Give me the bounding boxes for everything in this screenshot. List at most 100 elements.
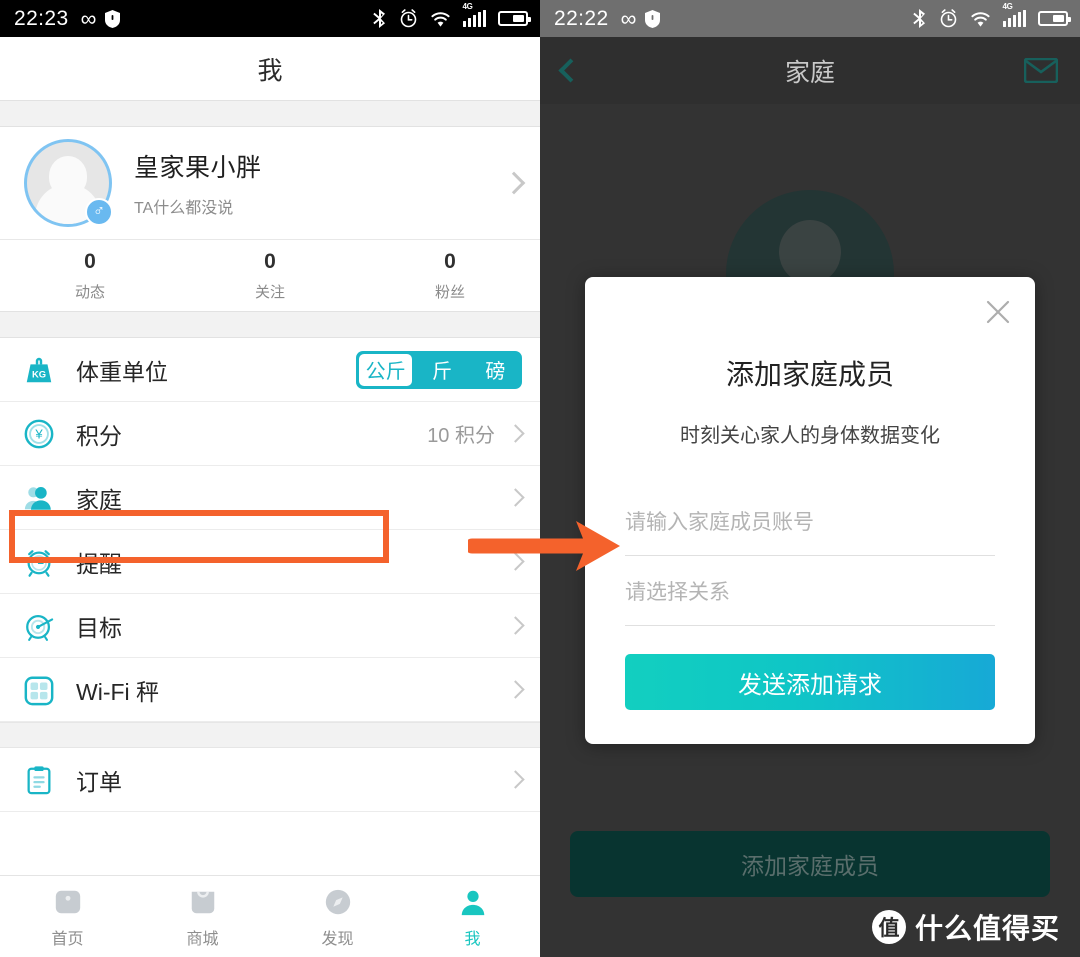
chevron-right-icon xyxy=(506,680,525,699)
infinity-icon: ∞ xyxy=(620,5,637,31)
chevron-right-icon xyxy=(506,424,525,443)
watermark-text: 什么值得买 xyxy=(914,913,1060,944)
tab-label: 首页 xyxy=(51,930,84,948)
segment-jin[interactable]: 斤 xyxy=(415,351,468,389)
stat-label: 粉丝 xyxy=(434,283,465,301)
stat-value: 0 xyxy=(264,249,276,273)
add-family-member-button[interactable]: 添加家庭成员 xyxy=(570,831,1050,897)
row-weight-unit[interactable]: KG 体重单位 公斤 斤 磅 xyxy=(0,338,540,402)
page-title: 我 xyxy=(257,56,283,85)
page-header-left: 我 xyxy=(0,37,540,100)
relation-select[interactable]: 请选择关系 xyxy=(625,556,995,626)
stat-value: 0 xyxy=(444,249,456,273)
section-divider-mid xyxy=(0,311,540,338)
status-time: 22:22 xyxy=(554,6,609,30)
avatar[interactable]: ♂ xyxy=(24,139,113,227)
stat-label: 动态 xyxy=(74,283,105,301)
status-time: 22:23 xyxy=(14,6,69,30)
profile-card[interactable]: ♂ 皇家果小胖 TA什么都没说 xyxy=(0,127,540,239)
weight-kg-icon: KG xyxy=(22,353,56,387)
account-input[interactable]: 请输入家庭成员账号 xyxy=(625,486,995,556)
send-request-button[interactable]: 发送添加请求 xyxy=(625,654,995,710)
tab-label: 商城 xyxy=(186,930,219,948)
weight-unit-segmented-control[interactable]: 公斤 斤 磅 xyxy=(356,350,522,389)
compass-icon xyxy=(323,885,353,919)
row-label: 订单 xyxy=(76,768,122,795)
stat-value: 0 xyxy=(84,249,96,273)
stat-label: 关注 xyxy=(254,283,285,301)
row-label: 目标 xyxy=(76,614,122,641)
chevron-right-icon xyxy=(506,552,525,571)
signal-4g-icon: 4G xyxy=(1002,3,1026,27)
close-icon[interactable] xyxy=(983,297,1013,327)
target-icon xyxy=(22,609,56,643)
watermark: 值 什么值得买 xyxy=(871,907,1060,947)
clipboard-icon xyxy=(22,763,56,797)
gender-badge-male: ♂ xyxy=(85,198,113,226)
shop-bag-icon xyxy=(188,885,218,919)
status-bar-left: 22:23 ∞ 4G xyxy=(0,0,540,37)
section-divider-bottom xyxy=(0,722,540,748)
chevron-right-icon xyxy=(506,616,525,635)
tab-home[interactable]: 首页 xyxy=(0,876,135,957)
dual-screenshot-composite: 22:23 ∞ 4G 我 ♂ 皇家果小胖 TA什么都没说 0 动态 0 关注 0… xyxy=(0,0,1080,957)
dialog-subtitle: 时刻关心家人的身体数据变化 xyxy=(680,425,940,447)
stat-following[interactable]: 0 关注 xyxy=(180,240,360,311)
signal-4g-icon: 4G xyxy=(462,3,486,27)
profile-name: 皇家果小胖 xyxy=(134,154,262,182)
tab-profile[interactable]: 我 xyxy=(405,876,540,957)
row-label: 积分 xyxy=(76,422,122,449)
bluetooth-icon xyxy=(912,9,927,28)
profile-icon xyxy=(458,885,488,919)
alarm-icon xyxy=(399,9,418,28)
profile-stats: 0 动态 0 关注 0 粉丝 xyxy=(0,239,540,311)
bluetooth-icon xyxy=(372,9,387,28)
battery-icon xyxy=(1038,11,1071,26)
chevron-right-icon xyxy=(506,488,525,507)
chevron-right-icon xyxy=(502,171,526,195)
watermark-logo: 值 xyxy=(871,910,906,944)
stat-followers[interactable]: 0 粉丝 xyxy=(360,240,540,311)
row-label: 提醒 xyxy=(76,550,122,577)
page-header-right: 家庭 xyxy=(540,37,1080,104)
profile-signature: TA什么都没说 xyxy=(134,200,234,217)
wifi-icon xyxy=(430,11,451,27)
stat-moments[interactable]: 0 动态 xyxy=(0,240,180,311)
add-family-member-dialog: 添加家庭成员 时刻关心家人的身体数据变化 请输入家庭成员账号 请选择关系 发送添… xyxy=(585,277,1035,744)
row-label: Wi-Fi 秤 xyxy=(76,678,160,705)
person-icon xyxy=(22,481,56,515)
battery-icon xyxy=(498,11,531,26)
section-divider-top xyxy=(0,100,540,127)
tab-label: 我 xyxy=(464,930,481,948)
points-value: 10 积分 xyxy=(427,425,495,447)
mail-icon[interactable] xyxy=(1023,57,1059,84)
row-family[interactable]: 家庭 xyxy=(0,466,540,530)
tab-discover[interactable]: 发现 xyxy=(270,876,405,957)
bottom-tab-bar: 首页 商城 发现 我 xyxy=(0,875,540,957)
page-title: 家庭 xyxy=(784,58,835,87)
row-orders[interactable]: 订单 xyxy=(0,748,540,812)
tab-shop[interactable]: 商城 xyxy=(135,876,270,957)
settings-list: KG 体重单位 公斤 斤 磅 ¥ 积分 10 积分 家庭 提醒 目标 Wi-Fi… xyxy=(0,338,540,722)
row-label: 家庭 xyxy=(76,486,122,513)
shield-icon xyxy=(105,9,121,28)
segment-kg[interactable]: 公斤 xyxy=(358,352,414,387)
dialog-title: 添加家庭成员 xyxy=(725,359,894,390)
coin-yen-icon: ¥ xyxy=(22,417,56,451)
chevron-right-icon xyxy=(506,770,525,789)
home-icon xyxy=(53,885,83,919)
row-label: 体重单位 xyxy=(76,358,168,385)
wifi-scale-icon xyxy=(22,673,56,707)
orders-list: 订单 xyxy=(0,748,540,812)
shield-icon xyxy=(645,9,661,28)
row-reminder[interactable]: 提醒 xyxy=(0,530,540,594)
alarm-icon xyxy=(939,9,958,28)
row-points[interactable]: ¥ 积分 10 积分 xyxy=(0,402,540,466)
row-wifi-scale[interactable]: Wi-Fi 秤 xyxy=(0,658,540,722)
segment-lb[interactable]: 磅 xyxy=(469,351,522,389)
svg-text:KG: KG xyxy=(32,368,46,379)
svg-text:¥: ¥ xyxy=(34,426,43,441)
alarm-clock-icon xyxy=(22,545,56,579)
row-goal[interactable]: 目标 xyxy=(0,594,540,658)
status-bar-right: 22:22 ∞ 4G xyxy=(540,0,1080,37)
